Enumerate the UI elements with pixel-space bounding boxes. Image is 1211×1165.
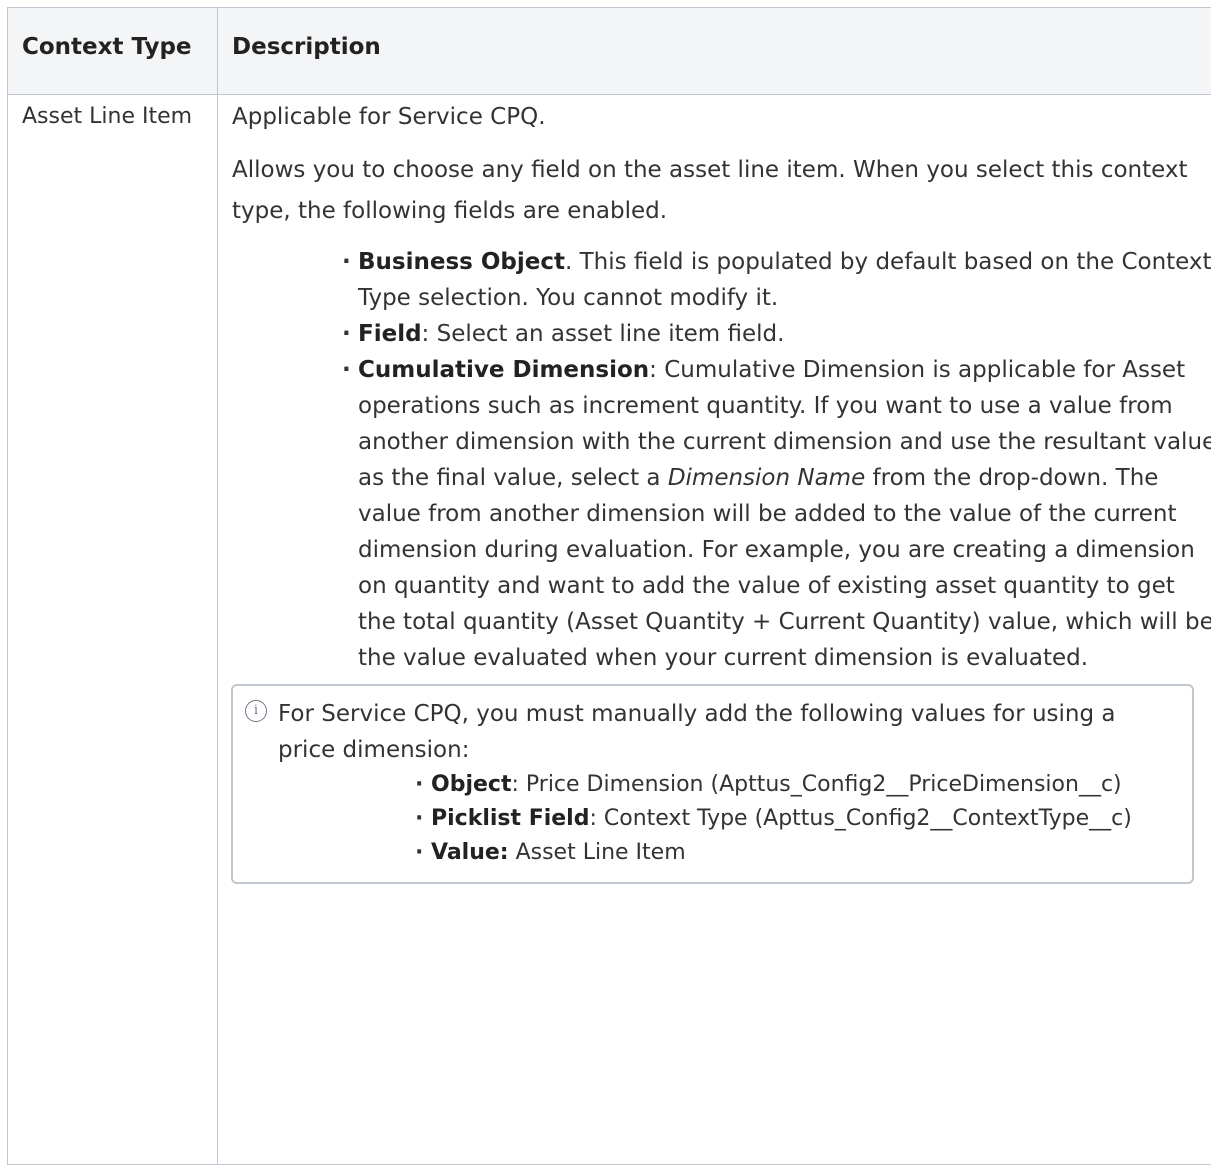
applicable-text: Applicable for Service CPQ. xyxy=(232,97,1211,138)
note-sep: : xyxy=(511,772,518,797)
field-term: Cumulative Dimension xyxy=(358,357,649,383)
list-item: Business Object. This field is populated… xyxy=(342,244,1211,316)
list-item: Cumulative Dimension: Cumulative Dimensi… xyxy=(342,352,1211,676)
note-sep: : xyxy=(589,806,596,831)
field-text: Select an asset line item field. xyxy=(429,321,784,347)
list-item: Picklist Field: Context Type (Apttus_Con… xyxy=(415,802,1168,836)
field-term: Business Object xyxy=(358,249,565,275)
note-item-text: Context Type (Apttus_Config2__ContextTyp… xyxy=(597,806,1132,831)
field-text-continued: from the drop-down. The value from anoth… xyxy=(358,465,1211,671)
list-item: Object: Price Dimension (Apttus_Config2_… xyxy=(415,768,1168,802)
list-item: Field: Select an asset line item field. xyxy=(342,316,1211,352)
context-type-cell: Asset Line Item xyxy=(8,95,218,1165)
intro-text: Allows you to choose any field on the as… xyxy=(232,150,1211,232)
note-term: Picklist Field xyxy=(431,806,589,831)
table-row: Asset Line Item Applicable for Service C… xyxy=(8,95,1211,1165)
note-item-text: Price Dimension (Apttus_Config2__PriceDi… xyxy=(519,772,1122,797)
note-text: For Service CPQ, you must manually add t… xyxy=(278,696,1168,768)
header-description: Description xyxy=(218,8,1211,95)
note-item-text: Asset Line Item xyxy=(509,840,686,865)
info-icon: i xyxy=(245,700,267,722)
description-cell: Applicable for Service CPQ. Allows you t… xyxy=(218,95,1211,1165)
list-item: Value: Asset Line Item xyxy=(415,836,1168,870)
dimension-name-emphasis: Dimension Name xyxy=(668,465,865,491)
info-note-panel: i For Service CPQ, you must manually add… xyxy=(231,684,1194,884)
header-context-type: Context Type xyxy=(8,8,218,95)
field-term: Field xyxy=(358,321,422,347)
note-term: Object xyxy=(431,772,511,797)
table-header-row: Context Type Description xyxy=(8,8,1211,95)
field-list: Business Object. This field is populated… xyxy=(232,244,1211,676)
note-list: Object: Price Dimension (Apttus_Config2_… xyxy=(278,768,1168,870)
context-type-table: Context Type Description Asset Line Item… xyxy=(7,7,1211,1165)
field-sep: : xyxy=(649,357,657,383)
note-term: Value: xyxy=(431,840,509,865)
